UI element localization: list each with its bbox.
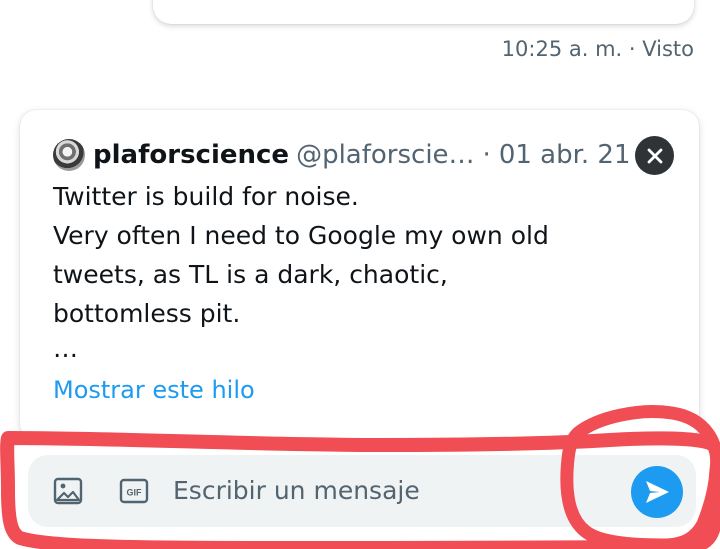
user-avatar [53,139,85,171]
tweet-line: Very often I need to Google my own old [53,221,549,250]
add-image-button[interactable] [52,476,84,506]
close-icon [647,148,662,163]
close-button[interactable] [635,136,674,175]
quoted-tweet-card[interactable]: plaforscience @plaforscie… · 01 abr. 21 … [20,110,699,440]
show-thread-link[interactable]: Mostrar este hilo [53,376,255,404]
image-icon [53,477,83,505]
separator-dot: · [482,140,491,170]
send-icon [646,481,669,503]
display-name: plaforscience [93,140,290,170]
gif-label: GIF [127,488,143,498]
tweet-text: Twitter is build for noise. Very often I… [53,177,653,365]
tweet-date: 01 abr. 21 [498,140,631,170]
tweet-ellipsis: … [53,334,78,363]
tweet-line: bottomless pit. [53,299,241,328]
message-composer: GIF [28,455,696,527]
previous-message-bubble [153,0,694,24]
tweet-line: Twitter is build for noise. [53,182,359,211]
message-input[interactable] [173,469,593,511]
send-button[interactable] [631,466,683,518]
tweet-header: plaforscience @plaforscie… · 01 abr. 21 [53,138,631,172]
user-handle: @plaforscie… [296,140,475,170]
add-gif-button[interactable]: GIF [118,476,150,506]
tweet-line: tweets, as TL is a dark, chaotic, [53,260,448,289]
gif-icon: GIF [119,478,149,504]
message-status: 10:25 a. m. · Visto [501,37,694,61]
